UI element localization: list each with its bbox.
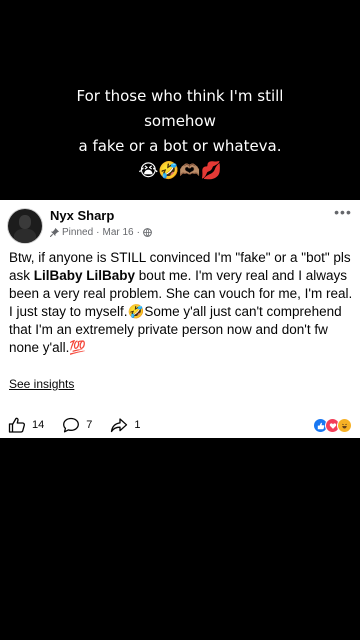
avatar-head-shape xyxy=(19,215,31,229)
post-date[interactable]: Mar 16 xyxy=(102,227,133,238)
post-card: Nyx Sharp Pinned · Mar 16 · ••• Btw, if … xyxy=(0,200,360,438)
post-meta: Pinned · Mar 16 · xyxy=(50,227,152,238)
author-name[interactable]: Nyx Sharp xyxy=(50,208,114,223)
comment-button[interactable]: 7 xyxy=(62,417,92,433)
action-bar: 14 7 1 xyxy=(8,416,159,434)
caption-line-1: For those who think I'm still xyxy=(76,87,284,105)
like-icon xyxy=(8,417,26,433)
post-text: Btw, if anyone is STILL convinced I'm "f… xyxy=(9,249,353,357)
comment-icon xyxy=(63,417,80,433)
like-count: 14 xyxy=(32,419,45,431)
mention-link[interactable]: LilBaby LilBaby xyxy=(34,268,135,283)
laugh-glyph xyxy=(342,423,347,429)
see-insights-link[interactable]: See insights xyxy=(9,377,74,391)
heart-glyph xyxy=(329,422,336,429)
share-count: 1 xyxy=(134,419,141,431)
reactions-summary[interactable] xyxy=(313,418,352,433)
meta-separator: · xyxy=(96,227,100,238)
thumb-glyph xyxy=(317,422,324,429)
share-icon xyxy=(111,418,128,433)
meta-separator-2: · xyxy=(136,227,140,238)
pinned-label: Pinned xyxy=(62,227,94,238)
overlay-caption: For those who think I'm still somehow a … xyxy=(0,84,360,183)
more-icon: ••• xyxy=(334,204,352,220)
share-button[interactable]: 1 xyxy=(110,417,141,433)
more-options-button[interactable]: ••• xyxy=(334,204,352,220)
comment-count: 7 xyxy=(86,419,93,431)
caption-emoji: 😭🤣🫶🏽💋 xyxy=(138,161,222,181)
like-button[interactable]: 14 xyxy=(8,417,44,433)
haha-reaction-icon xyxy=(337,418,352,433)
caption-line-3: a fake or a bot or whateva. xyxy=(78,137,282,155)
avatar-body-shape xyxy=(14,229,36,243)
pin-icon xyxy=(50,228,59,237)
avatar[interactable] xyxy=(8,209,42,243)
caption-line-2: somehow xyxy=(144,112,216,130)
globe-icon xyxy=(143,228,152,237)
